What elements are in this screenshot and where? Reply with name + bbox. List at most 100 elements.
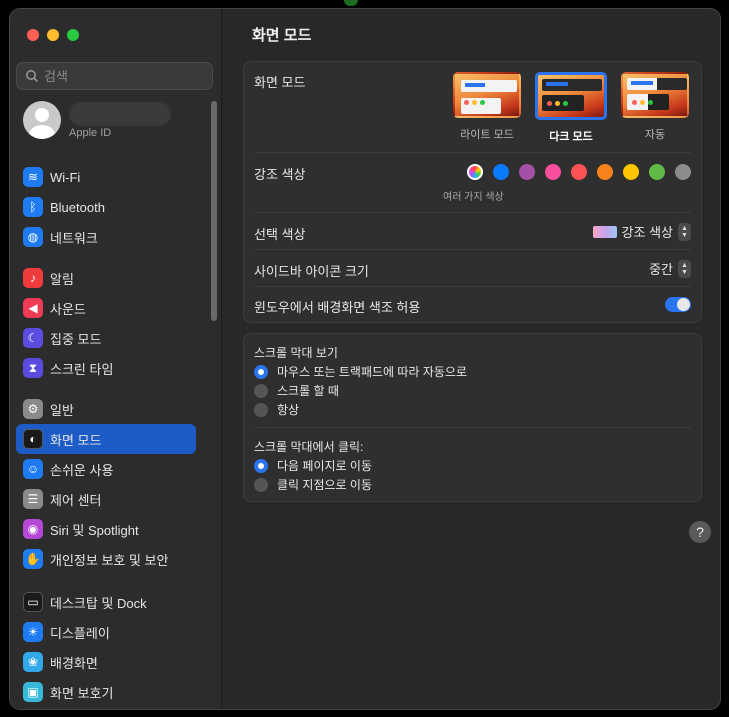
accent-label: 강조 색상	[254, 167, 306, 182]
radio-option[interactable]: 다음 페이지로 이동	[254, 456, 691, 475]
avatar	[23, 101, 61, 139]
radio-button[interactable]	[254, 402, 268, 417]
accent-swatch-2[interactable]	[519, 164, 535, 180]
dock-icon: ▭	[23, 592, 43, 612]
gear-icon: ⚙	[23, 399, 43, 419]
appearance-icon: ◐	[23, 429, 43, 449]
apple-id-item[interactable]: Apple ID	[23, 101, 213, 139]
toggles-icon: ☰	[23, 489, 43, 509]
hand-icon: ✋	[23, 549, 43, 569]
accent-row: 강조 색상 여러 가지 색상	[254, 153, 691, 213]
scroll-show-label: 스크롤 막대 보기	[254, 346, 338, 360]
icon-size-label: 사이드바 아이콘 크기	[254, 264, 369, 279]
chevron-updown-icon: ▲ ▼	[678, 222, 691, 241]
sidebar-item-appearance[interactable]: ◐ 화면 모드	[16, 424, 196, 454]
sidebar-item-focus[interactable]: ☾ 집중 모드	[16, 323, 196, 353]
highlight-swatch	[592, 225, 617, 238]
search-input[interactable]	[44, 68, 194, 84]
accessibility-icon: ☺	[23, 459, 43, 479]
accent-swatch-8[interactable]	[675, 164, 691, 180]
sidebar-item-label: 알림	[50, 271, 74, 287]
sidebar-group: ⚙ 일반 ◐ 화면 모드 ☺ 손쉬운 사용 ☰ 제어 센터 ◉ Siri 및 Spotlight ✋…	[16, 394, 196, 574]
highlight-value: 강조 색상	[621, 225, 673, 240]
zoom-button[interactable]	[67, 29, 79, 41]
sidebar-item-label: 디스플레이	[50, 625, 110, 641]
appearance-preview-light	[453, 72, 521, 118]
bell-icon: ♪	[23, 268, 43, 288]
sidebar-item-control-center[interactable]: ☰ 제어 센터	[16, 484, 196, 514]
page-title: 화면 모드	[252, 27, 312, 44]
globe-icon: ◍	[23, 227, 43, 247]
sidebar-group: ♪ 알림 ◀ 사운드 ☾ 집중 모드 ⧗ 스크린 타임	[16, 263, 196, 383]
radio-button[interactable]	[254, 458, 268, 473]
radio-button[interactable]	[254, 364, 268, 379]
accent-swatch-4[interactable]	[571, 164, 587, 180]
sidebar-item-bluetooth[interactable]: ᛒ Bluetooth	[16, 192, 196, 222]
scroll-click-label: 스크롤 막대에서 클릭:	[254, 440, 364, 454]
sidebar-item-label: Siri 및 Spotlight	[50, 522, 139, 538]
radio-button[interactable]	[254, 383, 268, 398]
sidebar-item-screen-time[interactable]: ⧗ 스크린 타임	[16, 353, 196, 383]
sidebar-item-accessibility[interactable]: ☺ 손쉬운 사용	[16, 454, 196, 484]
apple-id-label: Apple ID	[69, 126, 112, 139]
radio-option[interactable]: 스크롤 할 때	[254, 381, 691, 400]
accent-caption: 여러 가지 색상	[443, 192, 504, 203]
accent-swatch-5[interactable]	[597, 164, 613, 180]
radio-option[interactable]: 마우스 또는 트랙패드에 따라 자동으로	[254, 362, 691, 381]
sidebar-item-sound[interactable]: ◀ 사운드	[16, 293, 196, 323]
accent-swatch-7[interactable]	[649, 164, 665, 180]
sidebar-item-label: 화면 모드	[50, 432, 102, 448]
sidebar-item-wallpaper[interactable]: ❀ 배경화면	[16, 647, 196, 677]
appearance-group: 화면 모드 라이트 모드 다크 모드 자동 강조 색상 여러 가지 색상 선택 색상…	[243, 61, 702, 323]
sidebar-item-label: 제어 센터	[50, 492, 102, 508]
accent-swatch-6[interactable]	[623, 164, 639, 180]
sidebar-item-network[interactable]: ◍ 네트워크	[16, 222, 196, 252]
sidebar-item-siri[interactable]: ◉ Siri 및 Spotlight	[16, 514, 196, 544]
window-controls	[27, 29, 79, 41]
sidebar-scrollbar[interactable]	[211, 101, 217, 321]
close-button[interactable]	[27, 29, 39, 41]
sidebar-item-label: 데스크탑 및 Dock	[50, 595, 147, 611]
search-field[interactable]	[16, 62, 213, 90]
accent-swatch-0[interactable]	[467, 164, 483, 180]
minimize-button[interactable]	[47, 29, 59, 41]
sun-icon: ☀	[23, 622, 43, 642]
sidebar-item-notifications[interactable]: ♪ 알림	[16, 263, 196, 293]
accent-swatch-1[interactable]	[493, 164, 509, 180]
tint-label: 윈도우에서 배경화면 색조 허용	[254, 300, 421, 315]
appearance-option-auto[interactable]: 자동	[619, 72, 691, 144]
appearance-option-dark[interactable]: 다크 모드	[535, 72, 607, 144]
settings-window: Apple ID ≋ Wi-Fi ᛒ Bluetooth ◍ 네트워크 ♪ 알림 ◀ 사운드 ☾ 집중…	[9, 8, 721, 710]
speaker-icon: ◀	[23, 298, 43, 318]
appearance-option-label: 자동	[644, 129, 666, 141]
help-button[interactable]: ?	[689, 521, 711, 543]
radio-button[interactable]	[254, 477, 268, 492]
sidebar-item-general[interactable]: ⚙ 일반	[16, 394, 196, 424]
radio-label: 클릭 지점으로 이동	[277, 478, 372, 492]
bluetooth-icon: ᛒ	[23, 197, 43, 217]
appearance-label: 화면 모드	[254, 75, 306, 90]
radio-option[interactable]: 클릭 지점으로 이동	[254, 475, 691, 494]
flower-icon: ❀	[23, 652, 43, 672]
radio-option[interactable]: 항상	[254, 400, 691, 419]
tint-toggle[interactable]	[665, 297, 691, 312]
siri-icon: ◉	[23, 519, 43, 539]
screensaver-icon: ▣	[23, 682, 43, 702]
appearance-preview-dark	[535, 72, 607, 120]
sidebar-item-privacy[interactable]: ✋ 개인정보 보호 및 보안	[16, 544, 196, 574]
moon-icon: ☾	[23, 328, 43, 348]
appearance-option-light[interactable]: 라이트 모드	[451, 72, 523, 144]
radio-label: 마우스 또는 트랙패드에 따라 자동으로	[277, 365, 467, 379]
sidebar-item-displays[interactable]: ☀ 디스플레이	[16, 617, 196, 647]
sidebar-item-wifi[interactable]: ≋ Wi-Fi	[16, 162, 196, 192]
tint-row: 윈도우에서 배경화면 색조 허용	[254, 287, 691, 322]
highlight-popup[interactable]: 강조 색상 ▲ ▼	[592, 222, 691, 241]
appearance-row: 화면 모드 라이트 모드 다크 모드 자동	[254, 62, 691, 153]
highlight-row: 선택 색상 강조 색상 ▲ ▼	[254, 213, 691, 250]
sidebar-item-desktop-dock[interactable]: ▭ 데스크탑 및 Dock	[16, 587, 196, 617]
accent-swatch-3[interactable]	[545, 164, 561, 180]
sidebar-item-screensaver[interactable]: ▣ 화면 보호기	[16, 677, 196, 707]
apple-id-name-redacted	[69, 101, 171, 126]
icon-size-popup[interactable]: 중간 ▲ ▼	[649, 259, 691, 278]
sidebar-item-label: 스크린 타임	[50, 361, 114, 377]
